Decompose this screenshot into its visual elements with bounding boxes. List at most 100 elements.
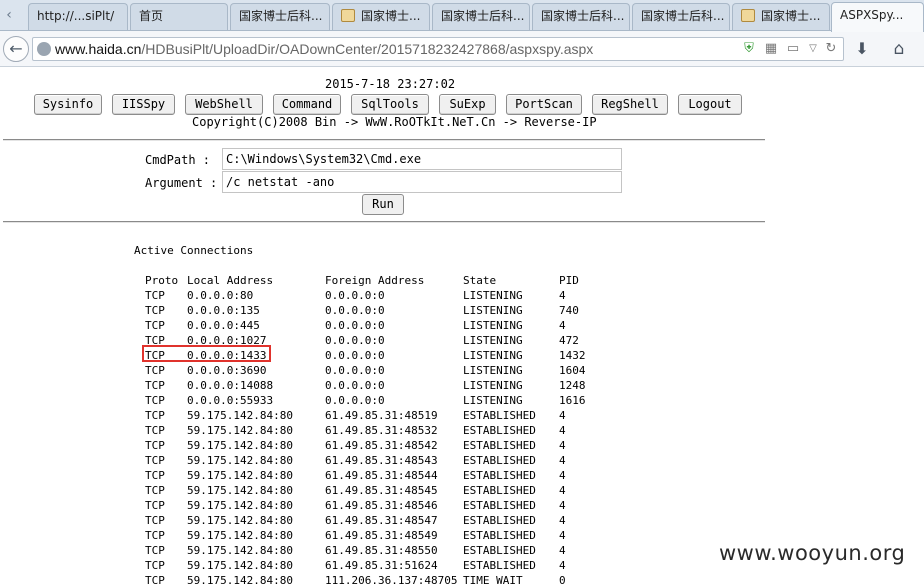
cell-foreign-address: 61.49.85.31:48546 — [325, 499, 438, 512]
table-row: TCP 59.175.142.84:80 111.206.36.137:48705 T… — [0, 573, 924, 585]
cell-local-address: 59.175.142.84:80 — [187, 409, 293, 422]
cell-proto: TCP — [145, 304, 165, 317]
cell-foreign-address: 0.0.0.0:0 — [325, 379, 385, 392]
page-content: 2015-7-18 23:27:02 Sysinfo IISSpy WebShe… — [0, 68, 924, 585]
cell-proto: TCP — [145, 559, 165, 572]
cell-local-address: 59.175.142.84:80 — [187, 454, 293, 467]
back-icon[interactable]: ← — [3, 36, 29, 62]
cell-foreign-address: 111.206.36.137:48705 — [325, 574, 458, 585]
url-text[interactable]: www.haida.cn/HDBusiPlt/UploadDir/OADownC… — [55, 38, 593, 60]
run-button[interactable]: Run — [362, 194, 404, 215]
cmdpath-label: CmdPath : — [145, 153, 211, 167]
copyright-text: Copyright(C)2008 Bin -> WwW.RoOTkIt.NeT.… — [192, 115, 597, 129]
table-header: Proto Local Address Foreign Address Stat… — [0, 273, 924, 288]
sysinfo-button[interactable]: Sysinfo — [34, 94, 102, 115]
argument-input[interactable]: /c netstat -ano — [222, 171, 622, 193]
table-row: TCP 0.0.0.0:135 0.0.0.0:0 LISTENING 740 — [0, 303, 924, 318]
cell-pid: 4 — [559, 454, 566, 467]
cell-pid: 1616 — [559, 394, 586, 407]
cell-pid: 740 — [559, 304, 579, 317]
tab-1[interactable]: http://...siPlt/ — [28, 3, 128, 30]
cell-foreign-address: 0.0.0.0:0 — [325, 334, 385, 347]
cell-local-address: 0.0.0.0:55933 — [187, 394, 274, 407]
logout-button[interactable]: Logout — [678, 94, 742, 115]
tab-7[interactable]: 国家博士后科... — [632, 3, 730, 30]
cell-state: ESTABLISHED — [463, 559, 536, 572]
table-row: TCP 59.175.142.84:80 61.49.85.31:48547 ESTA… — [0, 513, 924, 528]
shield-icon[interactable]: ⛨ — [741, 41, 757, 57]
cell-pid: 4 — [559, 409, 566, 422]
table-row: TCP 0.0.0.0:1027 0.0.0.0:0 LISTENING 472 — [0, 333, 924, 348]
tab-2[interactable]: 首页 — [130, 3, 228, 30]
qr-icon[interactable]: ▦ — [763, 41, 779, 57]
cell-local-address: 0.0.0.0:3690 — [187, 364, 267, 377]
cell-state: ESTABLISHED — [463, 424, 536, 437]
cell-proto: TCP — [145, 454, 165, 467]
sqltools-button[interactable]: SqlTools — [351, 94, 429, 115]
download-icon[interactable]: ⬇ — [853, 40, 871, 58]
cell-state: ESTABLISHED — [463, 514, 536, 527]
cell-foreign-address: 0.0.0.0:0 — [325, 364, 385, 377]
cell-proto: TCP — [145, 469, 165, 482]
url-path: /HDBusiPlt/UploadDir/OADownCenter/201571… — [141, 41, 594, 57]
cell-proto: TCP — [145, 574, 165, 585]
table-row: TCP 59.175.142.84:80 61.49.85.31:48542 ESTA… — [0, 438, 924, 453]
cell-pid: 4 — [559, 319, 566, 332]
cmdpath-input[interactable]: C:\Windows\System32\Cmd.exe — [222, 148, 622, 170]
tab-label: 国家博士后科... — [441, 9, 525, 23]
cell-proto: TCP — [145, 544, 165, 557]
cell-foreign-address: 61.49.85.31:48543 — [325, 454, 438, 467]
table-row: TCP 59.175.142.84:80 61.49.85.31:48544 ESTA… — [0, 468, 924, 483]
output-title: Active Connections — [134, 244, 254, 257]
regshell-button[interactable]: RegShell — [592, 94, 668, 115]
highlight-box — [142, 345, 271, 362]
cell-local-address: 59.175.142.84:80 — [187, 424, 293, 437]
table-row: TCP 0.0.0.0:1433 0.0.0.0:0 LISTENING 1432 — [0, 348, 924, 363]
cell-state: LISTENING — [463, 319, 523, 332]
cell-pid: 4 — [559, 424, 566, 437]
cell-foreign-address: 0.0.0.0:0 — [325, 304, 385, 317]
cell-proto: TCP — [145, 319, 165, 332]
cell-pid: 1248 — [559, 379, 586, 392]
tab-active[interactable]: ASPXSpy... — [831, 2, 924, 32]
tab-3[interactable]: 国家博士后科... — [230, 3, 330, 30]
cell-foreign-address: 61.49.85.31:48545 — [325, 484, 438, 497]
divider — [3, 221, 765, 223]
cell-state: ESTABLISHED — [463, 469, 536, 482]
tab-5[interactable]: 国家博士后科... — [432, 3, 530, 30]
dropdown-icon[interactable]: ▽ — [805, 41, 821, 57]
cell-foreign-address: 61.49.85.31:48547 — [325, 514, 438, 527]
portscan-button[interactable]: PortScan — [506, 94, 582, 115]
cell-pid: 4 — [559, 514, 566, 527]
tab-4[interactable]: 国家博士... — [332, 3, 430, 30]
reload-icon[interactable]: ↻ — [823, 41, 839, 57]
table-row: TCP 0.0.0.0:80 0.0.0.0:0 LISTENING 4 — [0, 288, 924, 303]
tab-6[interactable]: 国家博士后科... — [532, 3, 630, 30]
cell-pid: 4 — [559, 469, 566, 482]
cell-state: LISTENING — [463, 364, 523, 377]
address-bar[interactable]: www.haida.cn/HDBusiPlt/UploadDir/OADownC… — [32, 37, 844, 61]
tab-8[interactable]: 国家博士... — [732, 3, 830, 30]
suexp-button[interactable]: SuExp — [439, 94, 496, 115]
cell-local-address: 0.0.0.0:445 — [187, 319, 260, 332]
cell-local-address: 59.175.142.84:80 — [187, 484, 293, 497]
cell-state: LISTENING — [463, 289, 523, 302]
cell-state: LISTENING — [463, 334, 523, 347]
table-row: TCP 59.175.142.84:80 61.49.85.31:48546 ESTA… — [0, 498, 924, 513]
table-row: TCP 0.0.0.0:3690 0.0.0.0:0 LISTENING 1604 — [0, 363, 924, 378]
home-icon[interactable]: ⌂ — [889, 39, 909, 59]
reader-icon[interactable]: ▭ — [785, 41, 801, 57]
tab-label: 国家博士... — [361, 9, 421, 23]
tab-label: ASPXSpy... — [840, 8, 904, 22]
cell-state: ESTABLISHED — [463, 544, 536, 557]
command-button[interactable]: Command — [273, 94, 341, 115]
cell-proto: TCP — [145, 514, 165, 527]
cell-foreign-address: 0.0.0.0:0 — [325, 319, 385, 332]
tab-scroll-left-icon[interactable]: ‹ — [2, 7, 16, 23]
cell-state: LISTENING — [463, 304, 523, 317]
cell-proto: TCP — [145, 379, 165, 392]
cell-local-address: 59.175.142.84:80 — [187, 469, 293, 482]
iisspy-button[interactable]: IISSpy — [112, 94, 175, 115]
webshell-button[interactable]: WebShell — [185, 94, 263, 115]
cell-pid: 1604 — [559, 364, 586, 377]
